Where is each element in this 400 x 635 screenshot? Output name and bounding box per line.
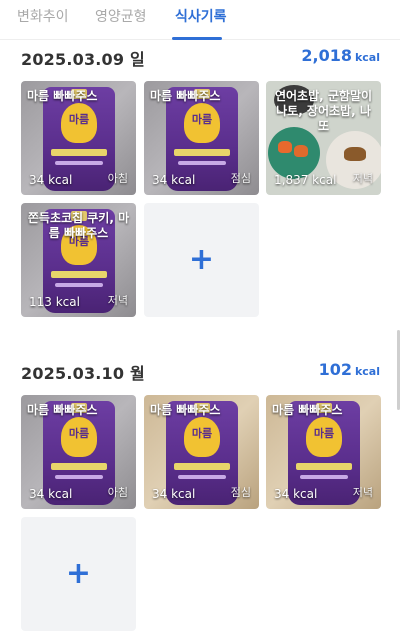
day-date: 2025.03.10 월 (21, 364, 145, 383)
meal-title: 마름 빠빠주스 (150, 89, 221, 103)
meal-card[interactable]: 마름 마름 빠빠주스 34 kcal 점심 (144, 81, 259, 195)
meal-title: 쫀득초코칩 쿠키, 마름 빠빠주스 (27, 211, 130, 240)
meal-card[interactable]: 마름 쫀득초코칩 쿠키, 마름 빠빠주스 113 kcal 저녁 (21, 203, 136, 317)
meal-title: 연어초밥, 군함말이 나토, 장어초밥, 나또 (274, 89, 373, 133)
tab-meal-log[interactable]: 식사기록 (175, 6, 227, 26)
day-header: 2025.03.10 월 102 kcal (0, 358, 400, 388)
meal-card[interactable]: 연어초밥, 군함말이 나토, 장어초밥, 나또 1,837 kcal 저녁 (266, 81, 381, 195)
tab-nutrition-balance[interactable]: 영양균형 (95, 6, 147, 26)
add-meal-button[interactable]: + (144, 203, 259, 317)
meal-title: 마름 빠빠주스 (27, 89, 98, 103)
meal-kcal: 113 kcal (29, 295, 80, 309)
meal-title: 마름 빠빠주스 (27, 403, 98, 417)
add-meal-button[interactable]: + (21, 517, 136, 631)
active-tab-indicator (172, 37, 222, 40)
meal-card[interactable]: 마름 마름 빠빠주스 34 kcal 아침 (21, 395, 136, 509)
meal-kcal: 34 kcal (274, 487, 318, 501)
meal-time: 저녁 (352, 486, 373, 499)
meal-time: 저녁 (107, 294, 128, 307)
meal-kcal: 34 kcal (29, 487, 73, 501)
meal-kcal: 1,837 kcal (274, 173, 337, 187)
meal-kcal: 34 kcal (152, 487, 196, 501)
plus-icon: + (188, 242, 215, 277)
meal-time: 저녁 (352, 172, 373, 185)
meal-time: 점심 (230, 172, 251, 185)
meal-card[interactable]: 마름 마름 빠빠주스 34 kcal 아침 (21, 81, 136, 195)
meal-time: 점심 (230, 486, 251, 499)
plus-icon: + (65, 556, 92, 591)
day-date: 2025.03.09 일 (21, 50, 145, 69)
tab-bar: 변화추이 영양균형 식사기록 (0, 0, 400, 40)
meal-title: 마름 빠빠주스 (150, 403, 221, 417)
meal-time: 아침 (107, 172, 128, 185)
meal-card[interactable]: 마름 마름 빠빠주스 34 kcal 저녁 (266, 395, 381, 509)
meal-kcal: 34 kcal (152, 173, 196, 187)
meal-kcal: 34 kcal (29, 173, 73, 187)
day-total-kcal: 102 kcal (318, 360, 380, 379)
day-header: 2025.03.09 일 2,018 kcal (0, 44, 400, 74)
meal-time: 아침 (107, 486, 128, 499)
tab-change-trend[interactable]: 변화추이 (17, 6, 69, 26)
meal-card[interactable]: 마름 마름 빠빠주스 34 kcal 점심 (144, 395, 259, 509)
meal-title: 마름 빠빠주스 (272, 403, 343, 417)
day-total-kcal: 2,018 kcal (301, 46, 380, 65)
